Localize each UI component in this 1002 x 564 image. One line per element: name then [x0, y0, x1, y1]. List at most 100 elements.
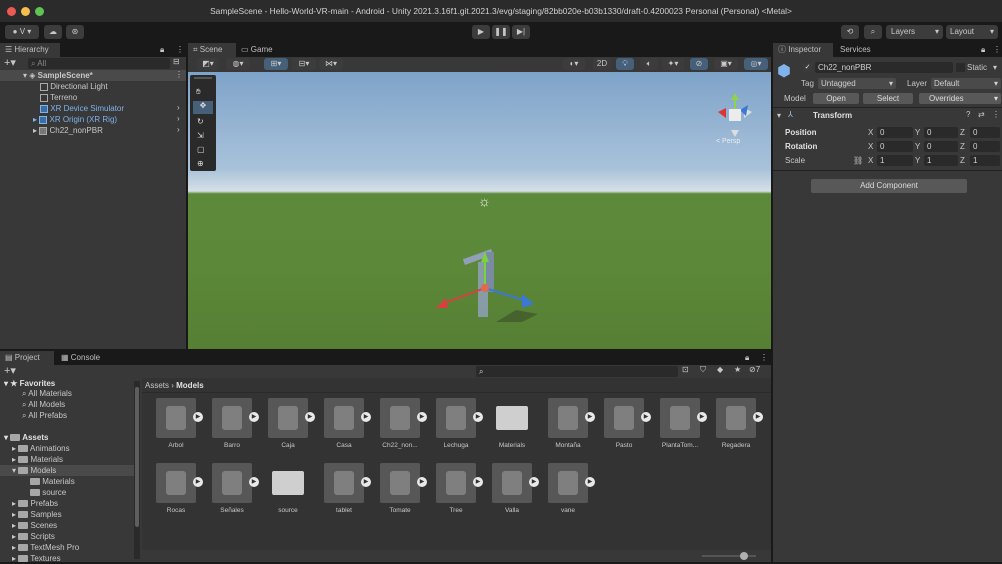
object-name-field[interactable]: Ch22_nonPBR	[815, 62, 953, 73]
folder-scenes[interactable]: ▸ Scenes	[12, 520, 57, 531]
scene-viewport[interactable]: ✋︎ ✥ ↻ ⇲ ▢ ⊕ < Persp ☼	[188, 72, 771, 349]
hierarchy-item-ch22[interactable]: ▸ Ch22_nonPBR	[33, 125, 103, 136]
sun-icon[interactable]: ☼	[478, 193, 491, 209]
chevron-right-icon[interactable]: ›	[177, 103, 180, 112]
overrides-dropdown[interactable]: Overrides ▾	[919, 93, 1001, 104]
camera-icon[interactable]: ▣▾	[714, 58, 738, 70]
open-button[interactable]: Open	[813, 93, 859, 104]
folder-models-materials[interactable]: Materials	[30, 476, 75, 487]
grid-snap-icon[interactable]: ⊞▾	[264, 58, 288, 70]
rotation-x-field[interactable]: 0	[877, 141, 913, 152]
expand-arrow-icon[interactable]: ▶	[361, 412, 371, 422]
scale-tool-icon[interactable]: ⇲	[197, 131, 204, 140]
tab-hierarchy[interactable]: ☰ Hierarchy	[0, 43, 60, 57]
asset-item[interactable]: ▶ Rocas	[156, 463, 212, 525]
search-by-type-icon[interactable]: ⊡	[682, 365, 689, 374]
folder-scripts[interactable]: ▸ Scripts	[12, 531, 55, 542]
position-y-field[interactable]: 0	[924, 127, 958, 138]
breadcrumb-models[interactable]: Models	[176, 381, 204, 390]
folder-source[interactable]: source	[30, 487, 66, 498]
expand-arrow-icon[interactable]: ▶	[753, 412, 763, 422]
lighting-icon[interactable]: 💡︎	[616, 58, 634, 70]
asset-item[interactable]: ▶ PlantaTom...	[660, 398, 716, 460]
increment-snap-icon[interactable]: ⋈▾	[319, 58, 343, 70]
draw-mode-icon[interactable]: ◩▾	[197, 58, 219, 70]
static-dropdown-icon[interactable]: ▾	[993, 63, 997, 72]
star-icon[interactable]: ★	[734, 365, 741, 374]
search-type-icon[interactable]: ⊟	[173, 57, 180, 66]
collab-icon[interactable]: ⊛	[66, 25, 84, 39]
shading-icon[interactable]: ◐▾	[563, 58, 585, 70]
expand-arrow-icon[interactable]: ▶	[473, 477, 483, 487]
gizmos-icon[interactable]: ◎▾	[744, 58, 768, 70]
audio-icon[interactable]: 🔈︎	[640, 58, 658, 70]
layout-dropdown[interactable]: Layout ▾	[946, 25, 998, 39]
expand-arrow-icon[interactable]: ▶	[473, 412, 483, 422]
asset-item[interactable]: ▶ vane	[548, 463, 604, 525]
effects-icon[interactable]: ✦▾	[662, 58, 684, 70]
move-tool-icon[interactable]: ✥	[193, 101, 213, 114]
asset-item[interactable]: ▶ Tomate	[380, 463, 436, 525]
scale-y-field[interactable]: 1	[924, 155, 958, 166]
tab-scene[interactable]: ⌗ Scene	[188, 43, 236, 57]
asset-item[interactable]: ▶ Lechuga	[436, 398, 492, 460]
expand-arrow-icon[interactable]: ▶	[361, 477, 371, 487]
folder-prefabs[interactable]: ▸ Prefabs	[12, 498, 58, 509]
selected-object-gizmo[interactable]	[428, 212, 548, 322]
assets-header[interactable]: ▾ Assets	[4, 432, 48, 443]
add-icon[interactable]: +▾	[4, 56, 16, 69]
lock-icon[interactable]: 🔒︎	[745, 353, 749, 363]
hand-tool-icon[interactable]: ✋︎	[196, 87, 201, 97]
breadcrumb-assets[interactable]: Assets	[145, 381, 169, 390]
scale-x-field[interactable]: 1	[877, 155, 913, 166]
collapse-arrow-icon[interactable]: ▾	[777, 111, 781, 120]
folder-animations[interactable]: ▸ Animations	[12, 443, 70, 454]
folder-materials[interactable]: ▸ Materials	[12, 454, 63, 465]
asset-item[interactable]: ▶ Casa	[324, 398, 380, 460]
hierarchy-item-directional-light[interactable]: Directional Light	[40, 81, 108, 92]
expand-arrow-icon[interactable]: ▶	[249, 412, 259, 422]
lock-icon[interactable]: 🔒︎	[981, 45, 985, 55]
scene-more-icon[interactable]: ⋮	[175, 70, 183, 79]
asset-item[interactable]: Materials	[492, 398, 548, 460]
chevron-right-icon[interactable]: ›	[177, 114, 180, 123]
layers-dropdown[interactable]: Layers ▾	[886, 25, 943, 39]
tab-project[interactable]: ▤ Project	[0, 351, 54, 365]
expand-arrow-icon[interactable]: ▶	[585, 412, 595, 422]
hierarchy-item-xr-device-simulator[interactable]: XR Device Simulator	[40, 103, 124, 114]
expand-arrow-icon[interactable]: ▶	[697, 412, 707, 422]
tree-scrollbar[interactable]	[134, 381, 140, 559]
tab-inspector[interactable]: ⓘ Inspector	[773, 43, 833, 57]
preset-icon[interactable]: ⇄	[978, 110, 985, 119]
folder-models[interactable]: ▾ Models	[0, 465, 134, 476]
chevron-right-icon[interactable]: ›	[177, 125, 180, 134]
favorite-all-prefabs[interactable]: ⌕ All Prefabs	[22, 410, 67, 421]
folder-textmesh-pro[interactable]: ▸ TextMesh Pro	[12, 542, 79, 553]
more-icon[interactable]: ⋮	[176, 45, 184, 54]
hidden-packages-icon[interactable]: ⊘7	[749, 365, 760, 374]
transform-header[interactable]: Transform	[813, 111, 852, 120]
favorite-all-models[interactable]: ⌕ All Models	[22, 399, 65, 410]
hierarchy-item-xr-origin[interactable]: ▸ XR Origin (XR Rig)	[33, 114, 117, 125]
scene-row[interactable]: ▾ ◈ SampleScene*	[0, 70, 186, 81]
position-z-field[interactable]: 0	[970, 127, 1000, 138]
expand-arrow-icon[interactable]: ▶	[641, 412, 651, 422]
step-button[interactable]: ▶|	[512, 25, 530, 39]
tab-services[interactable]: Services	[835, 43, 885, 57]
static-checkbox[interactable]	[956, 63, 965, 72]
expand-arrow-icon[interactable]: ▶	[193, 412, 203, 422]
toggle-2d-button[interactable]: 2D	[593, 58, 611, 70]
favorite-all-materials[interactable]: ⌕ All Materials	[22, 388, 72, 399]
pause-button[interactable]: ❚❚	[492, 25, 510, 39]
asset-item[interactable]: ▶ Montaña	[548, 398, 604, 460]
asset-item[interactable]: source	[268, 463, 324, 525]
asset-item[interactable]: ▶ Ch22_non...	[380, 398, 436, 460]
history-icon[interactable]: ⟲	[841, 25, 859, 39]
active-checkbox[interactable]: ✓	[803, 63, 812, 72]
asset-item[interactable]: ▶ Valla	[492, 463, 548, 525]
transform-tool-icon[interactable]: ⊕	[197, 159, 204, 168]
asset-item[interactable]: ▶ tablet	[324, 463, 380, 525]
position-x-field[interactable]: 0	[877, 127, 913, 138]
cloud-icon[interactable]: ☁	[44, 25, 62, 39]
select-button[interactable]: Select	[863, 93, 913, 104]
